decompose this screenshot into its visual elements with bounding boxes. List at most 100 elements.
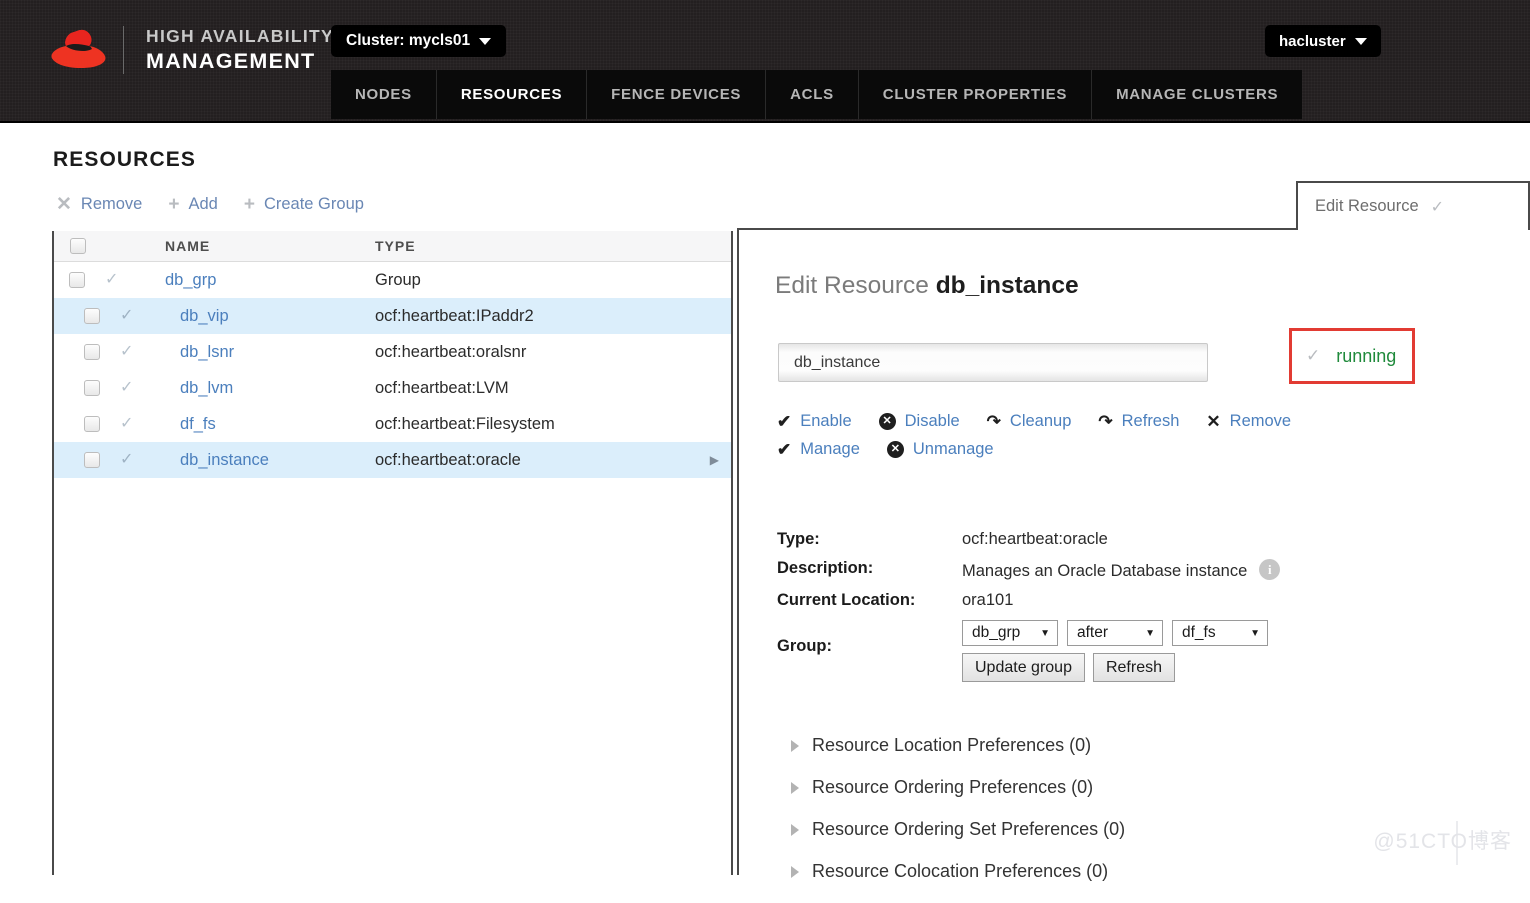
triangle-right-icon[interactable]: ▶ <box>710 453 719 467</box>
refresh-group-button[interactable]: Refresh <box>1093 653 1175 682</box>
close-x-icon: ✕ <box>1206 413 1220 430</box>
caret-down-icon <box>1355 38 1367 45</box>
row-name-link[interactable]: db_lsnr <box>180 343 234 362</box>
row-type: ocf:heartbeat:oracle <box>375 451 521 470</box>
main-nav: NODESRESOURCESFENCE DEVICESACLSCLUSTER P… <box>331 70 1302 119</box>
plus-icon: + <box>244 195 255 214</box>
table-row[interactable]: ✓ df_fs ocf:heartbeat:Filesystem <box>54 406 731 442</box>
nav-item-manage-clusters[interactable]: MANAGE CLUSTERS <box>1092 70 1302 119</box>
info-icon[interactable]: i <box>1259 559 1280 580</box>
table-row[interactable]: ✓db_lvmocf:heartbeat:LVM <box>54 370 731 406</box>
check-icon: ✓ <box>120 308 133 324</box>
fact-type-value: ocf:heartbeat:oracle <box>962 530 1108 549</box>
group-sibling-select[interactable]: df_fs ▼ <box>1172 620 1268 646</box>
group-select[interactable]: db_grp ▼ <box>962 620 1058 646</box>
status-badge: ✓ running <box>1289 328 1415 384</box>
action-unmanage-button[interactable]: ✕Unmanage <box>887 440 994 459</box>
triangle-right-icon <box>791 740 799 752</box>
action-manage-button[interactable]: ✔Manage <box>777 440 860 459</box>
checkbox-unchecked-icon <box>70 238 86 254</box>
column-header-type: TYPE <box>375 238 416 254</box>
caret-down-icon <box>479 38 491 45</box>
table-row[interactable]: ✓ db_instance ocf:heartbeat:oracle ▶ <box>54 442 731 478</box>
fact-group-label: Group: <box>777 620 962 656</box>
brand-line-1: HIGH AVAILABILITY <box>146 28 334 46</box>
plus-icon: + <box>168 195 179 214</box>
checkbox-unchecked-icon <box>84 308 100 324</box>
triangle-right-icon <box>791 782 799 794</box>
check-icon: ✔ <box>777 441 791 458</box>
table-row[interactable]: ✓db_lsnrocf:heartbeat:oralsnr <box>54 334 731 370</box>
checkbox-unchecked-icon <box>84 452 100 468</box>
action-remove-button[interactable]: ✕Remove <box>1206 412 1291 431</box>
brand-divider <box>123 26 124 74</box>
row-checkbox[interactable]: ✓ <box>69 272 118 288</box>
x-circle-icon: ✕ <box>887 441 904 458</box>
x-circle-icon: ✕ <box>879 413 896 430</box>
toolbar-remove-button[interactable]: ✕Remove <box>56 195 142 214</box>
row-name-link[interactable]: df_fs <box>180 415 216 434</box>
table-row[interactable]: ✓db_grpGroup <box>54 262 731 298</box>
nav-item-cluster-properties[interactable]: CLUSTER PROPERTIES <box>859 70 1092 119</box>
row-checkbox[interactable]: ✓ <box>84 452 133 468</box>
resource-actions-row-1: ✔Enable ✕Disable ↷Cleanup ↷Refresh ✕Remove <box>777 412 1377 431</box>
row-checkbox[interactable]: ✓ <box>84 416 133 432</box>
app-header: HIGH AVAILABILITY MANAGEMENT Cluster: my… <box>0 0 1530 123</box>
select-all-checkbox[interactable] <box>54 238 102 254</box>
row-type: ocf:heartbeat:Filesystem <box>375 415 555 434</box>
fact-type-label: Type: <box>777 530 962 549</box>
nav-item-nodes[interactable]: NODES <box>331 70 437 119</box>
action-enable-button[interactable]: ✔Enable <box>777 412 852 431</box>
nav-item-fence-devices[interactable]: FENCE DEVICES <box>587 70 766 119</box>
check-icon: ✓ <box>1431 197 1444 217</box>
caret-down-icon: ▼ <box>1145 628 1155 639</box>
update-group-button[interactable]: Update group <box>962 653 1085 682</box>
group-sibling-select-value: df_fs <box>1182 624 1216 642</box>
red-hat-fedora-icon <box>47 24 109 76</box>
checkbox-unchecked-icon <box>84 416 100 432</box>
nav-item-resources[interactable]: RESOURCES <box>437 70 587 119</box>
row-name-link[interactable]: db_vip <box>180 307 229 326</box>
check-icon: ✓ <box>120 380 133 396</box>
tab-edit-resource[interactable]: Edit Resource ✓ <box>1296 181 1530 230</box>
cluster-selector-label: Cluster: mycls01 <box>346 32 470 50</box>
fact-group: Group: db_grp ▼ after ▼ df_fs ▼ <box>777 620 1377 682</box>
fact-description-label: Description: <box>777 559 962 578</box>
refresh-icon: ↷ <box>1098 413 1112 430</box>
toolbar-add-button[interactable]: +Add <box>168 195 217 214</box>
row-name-link[interactable]: db_lvm <box>180 379 233 398</box>
row-checkbox[interactable]: ✓ <box>84 308 133 324</box>
column-header-name: NAME <box>165 238 210 254</box>
preference-section[interactable]: Resource Location Preferences (0) <box>791 735 1431 756</box>
action-refresh-button[interactable]: ↷Refresh <box>1098 412 1179 431</box>
toolbar-create-group-button[interactable]: +Create Group <box>244 195 364 214</box>
row-checkbox[interactable]: ✓ <box>84 380 133 396</box>
row-name-link[interactable]: db_instance <box>180 451 269 470</box>
checkbox-unchecked-icon <box>84 344 100 360</box>
fact-current-location-value: ora101 <box>962 591 1013 610</box>
preference-section[interactable]: Resource Ordering Set Preferences (0) <box>791 819 1431 840</box>
caret-down-icon: ▼ <box>1250 628 1260 639</box>
row-name-link[interactable]: db_grp <box>165 271 216 290</box>
fact-description-value: Manages an Oracle Database instance <box>962 562 1247 580</box>
resource-name-input[interactable] <box>778 343 1208 382</box>
status-badge-label: running <box>1336 346 1396 367</box>
row-type: ocf:heartbeat:IPaddr2 <box>375 307 534 326</box>
preference-section[interactable]: Resource Ordering Preferences (0) <box>791 777 1431 798</box>
row-checkbox[interactable]: ✓ <box>84 344 133 360</box>
brand-line-2: MANAGEMENT <box>146 51 334 73</box>
caret-down-icon: ▼ <box>1040 628 1050 639</box>
group-position-select[interactable]: after ▼ <box>1067 620 1163 646</box>
action-disable-button[interactable]: ✕Disable <box>879 412 960 431</box>
preference-section[interactable]: Resource Colocation Preferences (0) <box>791 861 1431 882</box>
table-body: ✓db_grpGroup✓db_vipocf:heartbeat:IPaddr2… <box>54 262 731 478</box>
action-cleanup-button[interactable]: ↷Cleanup <box>987 412 1072 431</box>
check-icon: ✓ <box>105 272 118 288</box>
table-row[interactable]: ✓ db_vip ocf:heartbeat:IPaddr2 <box>54 298 731 334</box>
watermark: @51CTO博客 <box>1373 825 1512 855</box>
cluster-selector[interactable]: Cluster: mycls01 <box>331 25 506 57</box>
nav-item-acls[interactable]: ACLS <box>766 70 859 119</box>
user-menu[interactable]: hacluster <box>1265 25 1381 57</box>
preferences-sections: Resource Location Preferences (0) Resourc… <box>791 735 1431 903</box>
group-select-value: db_grp <box>972 624 1020 642</box>
